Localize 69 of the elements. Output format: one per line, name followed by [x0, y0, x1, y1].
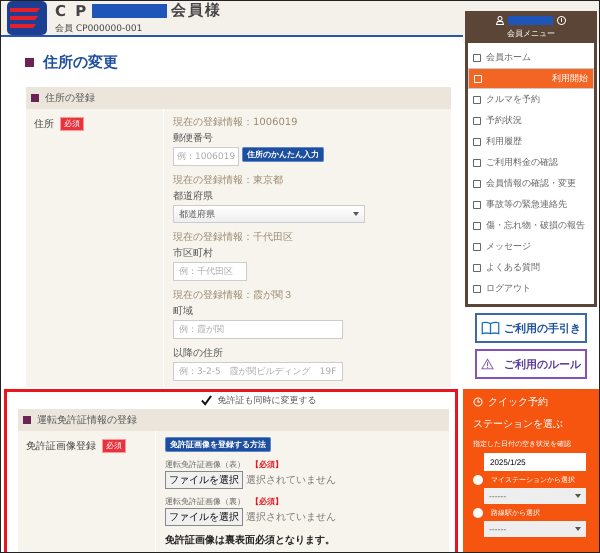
- current-info: 現在の登録情報：千代田区: [173, 230, 294, 244]
- menu-title: 会員メニュー: [507, 28, 555, 38]
- menu-item[interactable]: 予約状況: [468, 110, 594, 131]
- logo-icon: [7, 1, 47, 35]
- quick-title: クイック予約: [488, 396, 548, 409]
- input-field[interactable]: 例：3-2-5 霞が関ビルディング 19F: [173, 362, 343, 381]
- section-title: 住所の登録: [45, 92, 95, 105]
- menu-item[interactable]: 傷・忘れ物・破損の報告: [468, 215, 594, 236]
- menu-item[interactable]: 事故等の緊急連絡先: [468, 194, 594, 215]
- current-info: 現在の登録情報：東京都: [173, 174, 284, 187]
- menu-item[interactable]: 利用開始: [468, 68, 594, 89]
- menu-item[interactable]: ログアウト: [468, 278, 594, 299]
- field-label: 郵便番号: [173, 132, 214, 145]
- square-icon: [23, 416, 31, 424]
- menu-item[interactable]: 会員ホーム: [468, 47, 594, 68]
- dropdown-caret-icon: [353, 212, 359, 216]
- station-dropdown[interactable]: ------: [484, 521, 586, 537]
- upload-label: 運転免許証画像（裏）: [165, 496, 245, 507]
- prefecture-dropdown[interactable]: 都道府県: [173, 205, 365, 223]
- member-title: C P: [55, 2, 88, 20]
- guide-banner[interactable]: ご利用の手引き: [475, 313, 587, 343]
- field-label: 住所: [34, 118, 54, 131]
- input-field[interactable]: 例：千代田区: [173, 262, 247, 281]
- radio-button[interactable]: [473, 475, 483, 485]
- file-select-button[interactable]: ファイルを選択: [165, 471, 243, 489]
- menu-item[interactable]: 会員情報の確認・変更: [468, 173, 594, 194]
- radio-button[interactable]: [473, 508, 483, 518]
- date-field[interactable]: 2025/1/25: [484, 453, 586, 471]
- redaction-bar: [508, 16, 553, 24]
- required-badge: 必須: [60, 117, 84, 131]
- clock-icon: [473, 397, 483, 407]
- current-info: 現在の登録情報：1006019: [173, 116, 299, 129]
- square-icon: [31, 94, 39, 102]
- current-info: 現在の登録情報：霞が関３: [173, 288, 294, 302]
- field-label: 都道府県: [173, 190, 214, 203]
- menu-item[interactable]: よくある質問: [468, 257, 594, 278]
- postal-code-field[interactable]: 例：1006019: [173, 147, 239, 166]
- file-status: 選択されていません: [246, 474, 336, 487]
- menu-item[interactable]: メッセージ: [468, 236, 594, 257]
- required-mark: 【必須】: [251, 496, 283, 507]
- file-status: 選択されていません: [246, 511, 336, 524]
- required-mark: 【必須】: [251, 459, 283, 470]
- howto-button[interactable]: 免許証画像を登録する方法: [165, 437, 271, 452]
- dropdown-caret-icon: [575, 494, 581, 498]
- required-badge: 必須: [102, 439, 126, 453]
- page-title: 住所の変更: [43, 52, 118, 72]
- station-dropdown[interactable]: ------: [484, 488, 586, 504]
- square-icon: [25, 58, 34, 66]
- address-lookup-button[interactable]: 住所のかんたん入力: [242, 147, 324, 162]
- member-title-suffix: 会員様: [171, 1, 222, 20]
- menu-item[interactable]: クルマを予約: [468, 89, 594, 110]
- member-id: 会員 CP000000-001: [55, 22, 144, 35]
- field-label: 以降の住所: [173, 346, 224, 360]
- guide-banner[interactable]: ご利用のルール: [475, 349, 587, 379]
- field-label: 免許証画像登録: [26, 440, 96, 453]
- file-select-button[interactable]: ファイルを選択: [165, 508, 243, 526]
- input-field[interactable]: 例：霞が関: [173, 320, 343, 339]
- checkbox[interactable]: [200, 394, 212, 407]
- menu-item[interactable]: 利用履歴: [468, 131, 594, 152]
- checkbox-label: 免許証も同時に変更する: [218, 394, 316, 407]
- user-icon: [496, 16, 504, 24]
- field-label: 町域: [173, 304, 194, 318]
- note-text: 免許証画像は裏表面必須となります。: [165, 534, 336, 547]
- quick-subtitle: ステーションを選ぶ: [473, 418, 564, 431]
- menu-item[interactable]: ご利用料金の確認: [468, 152, 594, 173]
- section-title: 運転免許証情報の登録: [37, 414, 137, 427]
- dropdown-caret-icon: [575, 527, 581, 531]
- field-label: 市区町村: [173, 246, 214, 260]
- upload-label: 運転免許証画像（表）: [165, 459, 245, 470]
